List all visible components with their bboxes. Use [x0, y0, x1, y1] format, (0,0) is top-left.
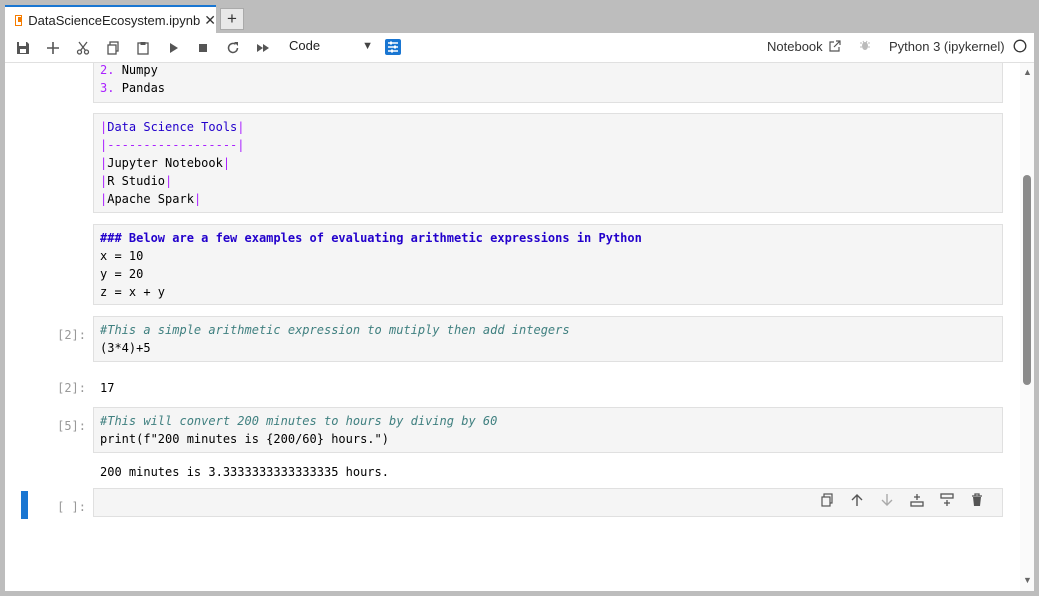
vertical-scrollbar[interactable]: ▲ ▼: [1020, 63, 1034, 591]
code-cell-arithmetic[interactable]: #This a simple arithmetic expression to …: [93, 316, 1003, 362]
cell-prompt: [2]:: [57, 328, 86, 342]
list-item: Pandas: [121, 81, 166, 95]
table-row: R Studio: [107, 174, 166, 188]
restart-icon[interactable]: [223, 38, 243, 58]
cell-output: 200 minutes is 3.3333333333333335 hours.: [100, 465, 389, 479]
tab-title: DataScienceEcosystem.ipynb: [28, 12, 201, 28]
delete-cell-icon[interactable]: [962, 493, 992, 507]
insert-below-icon[interactable]: [932, 493, 962, 507]
output-prompt: [2]:: [57, 381, 86, 395]
code-line: (3*4)+5: [100, 341, 151, 355]
move-up-icon[interactable]: [842, 493, 872, 507]
scrollbar-thumb[interactable]: [1023, 175, 1031, 385]
markdown-cell-table[interactable]: |Data Science Tools| |------------------…: [93, 113, 1003, 213]
close-icon[interactable]: ✕: [204, 12, 216, 29]
notebook-toolbar: Code ▼ Notebook Python 3 (ipykernel): [5, 33, 1034, 63]
code-line: x = 10: [100, 249, 144, 263]
run-icon[interactable]: [163, 38, 183, 58]
duplicate-cell-icon[interactable]: [812, 493, 842, 507]
save-icon[interactable]: [13, 38, 33, 58]
scroll-up-icon[interactable]: ▲: [1023, 67, 1032, 77]
cell-type-value: Code: [289, 38, 321, 53]
code-line: print(f"200 minutes is {200/60} hours."): [100, 432, 389, 446]
chevron-down-icon: ▼: [362, 39, 373, 52]
markdown-cell-arithmetic[interactable]: ### Below are a few examples of evaluati…: [93, 224, 1003, 305]
move-down-icon[interactable]: [872, 493, 902, 507]
cell-prompt: [ ]:: [57, 500, 86, 514]
stop-icon[interactable]: [193, 38, 213, 58]
markdown-heading: ### Below are a few examples of evaluati…: [100, 231, 642, 245]
code-comment: #This will convert 200 minutes to hours …: [100, 414, 498, 428]
jupyter-window: DataScienceEcosystem.ipynb ✕ + Code ▼ No…: [5, 5, 1034, 591]
tab-bar: DataScienceEcosystem.ipynb ✕ +: [5, 5, 1034, 33]
code-comment: #This a simple arithmetic expression to …: [100, 323, 570, 337]
cell-output: 17: [100, 381, 115, 395]
copy-icon[interactable]: [103, 38, 123, 58]
code-line: y = 20: [100, 267, 144, 281]
notebook-file-icon: [15, 14, 23, 26]
run-all-icon[interactable]: [253, 38, 273, 58]
markdown-cell-list[interactable]: 2. Numpy 3. Pandas: [93, 63, 1003, 103]
kernel-status-icon: [1013, 39, 1027, 56]
table-row: Jupyter Notebook: [107, 156, 223, 170]
external-link-icon: [829, 40, 841, 52]
code-cell-empty[interactable]: [93, 488, 1003, 517]
property-inspector-icon[interactable]: [385, 39, 401, 55]
table-header: Data Science Tools: [107, 120, 238, 134]
tab-notebook[interactable]: DataScienceEcosystem.ipynb ✕: [5, 5, 216, 33]
list-item: Numpy: [121, 63, 158, 77]
kernel-name[interactable]: Python 3 (ipykernel): [889, 39, 1005, 54]
cell-type-select[interactable]: Code ▼: [289, 38, 373, 53]
new-tab-button[interactable]: +: [220, 8, 244, 30]
add-cell-icon[interactable]: [43, 38, 63, 58]
scroll-down-icon[interactable]: ▼: [1023, 575, 1032, 585]
cell-prompt: [5]:: [57, 419, 86, 433]
table-row: Apache Spark: [107, 192, 194, 206]
code-cell-convert[interactable]: #This will convert 200 minutes to hours …: [93, 407, 1003, 453]
paste-icon[interactable]: [133, 38, 153, 58]
open-notebook-button[interactable]: Notebook: [767, 39, 841, 54]
insert-above-icon[interactable]: [902, 493, 932, 507]
cell-toolbar: [812, 493, 992, 507]
code-line: z = x + y: [100, 285, 166, 299]
list-number: 3.: [100, 81, 115, 95]
list-number: 2.: [100, 63, 115, 77]
debugger-icon[interactable]: [859, 39, 871, 54]
notebook-panel: 2. Numpy 3. Pandas |Data Science Tools| …: [5, 63, 1020, 591]
table-separator: ------------------: [107, 138, 238, 152]
cut-icon[interactable]: [73, 38, 93, 58]
notebook-label: Notebook: [767, 39, 823, 54]
